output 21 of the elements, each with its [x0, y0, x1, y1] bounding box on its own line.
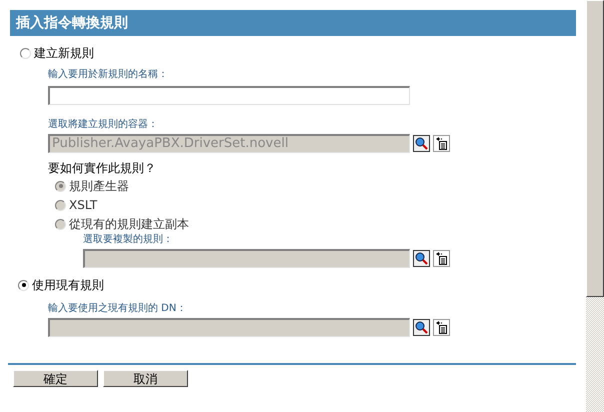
field-label: 選取將建立規則的容器：	[48, 118, 159, 130]
question-text: 要如何實作此規則？	[48, 160, 157, 176]
search-icon[interactable]	[413, 318, 430, 336]
search-icon[interactable]	[413, 250, 430, 266]
scrollbar[interactable]	[586, 0, 604, 412]
input-field[interactable]	[48, 86, 410, 104]
field-label: 選取要複製的規則：	[83, 234, 174, 246]
dialog-title: 插入指令轉換規則	[10, 10, 576, 36]
search-icon[interactable]	[413, 134, 430, 152]
scroll-thumb[interactable]	[586, 0, 604, 297]
radio-label: 從現有的規則建立副本	[69, 216, 189, 232]
field-label: 輸入要用於新規則的名稱：	[48, 69, 169, 81]
dialog-button[interactable]: 取消	[103, 370, 188, 386]
dialog-button[interactable]: 確定	[13, 370, 98, 386]
radio-label: 建立新規則	[34, 46, 94, 61]
radio-label: 規則產生器	[69, 178, 129, 194]
field-label: 輸入要使用之現有規則的 DN：	[48, 302, 188, 314]
radio-button[interactable]	[18, 280, 29, 290]
radio-button[interactable]	[20, 48, 31, 59]
radio-label: XSLT	[69, 198, 98, 212]
radio-label: 使用現有規則	[32, 278, 104, 292]
